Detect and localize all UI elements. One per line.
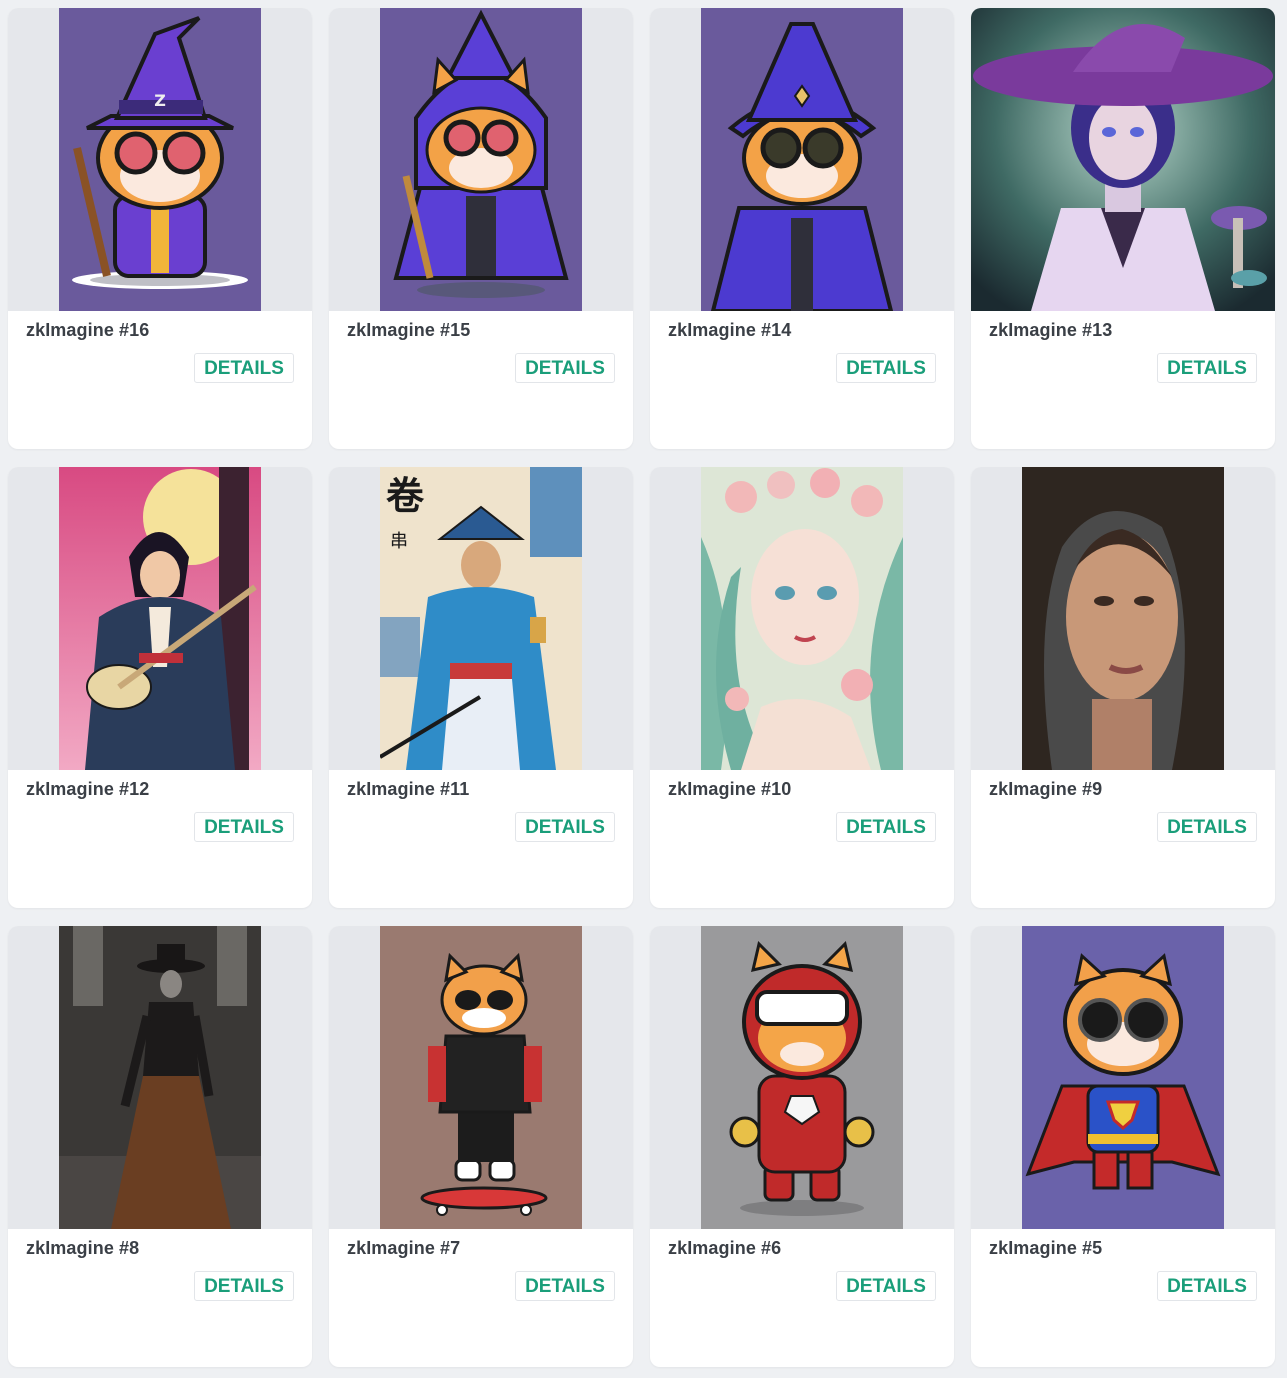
details-button[interactable]: DETAILS (1157, 353, 1257, 383)
details-button[interactable]: DETAILS (836, 1271, 936, 1301)
nft-card[interactable]: zkImagine #12 DETAILS (8, 467, 312, 908)
details-button[interactable]: DETAILS (1157, 812, 1257, 842)
nft-image[interactable] (59, 926, 261, 1229)
nft-title: zkImagine #7 (347, 1238, 461, 1258)
nft-title: zkImagine #16 (26, 320, 150, 340)
details-button[interactable]: DETAILS (194, 1271, 294, 1301)
nft-card[interactable]: zkImagine #15 DETAILS (329, 8, 633, 449)
svg-text:串: 串 (390, 531, 408, 552)
nft-title: zkImagine #15 (347, 320, 471, 340)
details-button[interactable]: DETAILS (836, 353, 936, 383)
nft-gallery-grid: Z zkImagine #16 DETAILS zkImagine #15 DE… (8, 8, 1275, 1367)
nft-image-frame (971, 926, 1275, 1229)
nft-image[interactable] (59, 467, 261, 770)
nft-title: zkImagine #13 (989, 320, 1113, 340)
nft-card[interactable]: zkImagine #7 DETAILS (329, 926, 633, 1367)
details-button[interactable]: DETAILS (1157, 1271, 1257, 1301)
nft-title: zkImagine #14 (668, 320, 792, 340)
nft-card[interactable]: zkImagine #6 DETAILS (650, 926, 954, 1367)
nft-card[interactable]: zkImagine #14 DETAILS (650, 8, 954, 449)
nft-card[interactable]: zkImagine #8 DETAILS (8, 926, 312, 1367)
details-button[interactable]: DETAILS (194, 353, 294, 383)
nft-image-frame (329, 8, 633, 311)
nft-image-frame (971, 8, 1275, 311)
nft-image[interactable]: 卷 串 (380, 467, 582, 770)
nft-title: zkImagine #5 (989, 1238, 1103, 1258)
nft-image[interactable] (1022, 467, 1224, 770)
nft-image-frame (650, 467, 954, 770)
nft-title: zkImagine #6 (668, 1238, 782, 1258)
nft-card[interactable]: zkImagine #13 DETAILS (971, 8, 1275, 449)
nft-title: zkImagine #9 (989, 779, 1103, 799)
nft-card[interactable]: zkImagine #10 DETAILS (650, 467, 954, 908)
nft-image-frame (650, 926, 954, 1229)
svg-text:卷: 卷 (386, 473, 425, 518)
details-button[interactable]: DETAILS (515, 1271, 615, 1301)
nft-image[interactable]: Z (59, 8, 261, 311)
nft-image-frame (8, 467, 312, 770)
nft-image[interactable] (701, 8, 903, 311)
nft-card[interactable]: zkImagine #5 DETAILS (971, 926, 1275, 1367)
details-button[interactable]: DETAILS (515, 353, 615, 383)
nft-title: zkImagine #8 (26, 1238, 140, 1258)
svg-text:Z: Z (154, 91, 166, 110)
nft-title: zkImagine #10 (668, 779, 792, 799)
nft-image-frame (971, 467, 1275, 770)
nft-image[interactable] (701, 467, 903, 770)
nft-card[interactable]: 卷 串 zkImagine #11 DETAILS (329, 467, 633, 908)
nft-image-frame: Z (8, 8, 312, 311)
details-button[interactable]: DETAILS (194, 812, 294, 842)
nft-image[interactable] (380, 8, 582, 311)
nft-title: zkImagine #11 (347, 779, 470, 799)
details-button[interactable]: DETAILS (836, 812, 936, 842)
nft-image-frame (8, 926, 312, 1229)
nft-image[interactable] (1022, 926, 1224, 1229)
nft-image-frame (650, 8, 954, 311)
nft-image[interactable] (701, 926, 903, 1229)
nft-image-frame (329, 926, 633, 1229)
nft-card[interactable]: zkImagine #9 DETAILS (971, 467, 1275, 908)
details-button[interactable]: DETAILS (515, 812, 615, 842)
nft-title: zkImagine #12 (26, 779, 150, 799)
nft-card[interactable]: Z zkImagine #16 DETAILS (8, 8, 312, 449)
nft-image-frame: 卷 串 (329, 467, 633, 770)
nft-image[interactable] (971, 8, 1275, 311)
nft-image[interactable] (380, 926, 582, 1229)
